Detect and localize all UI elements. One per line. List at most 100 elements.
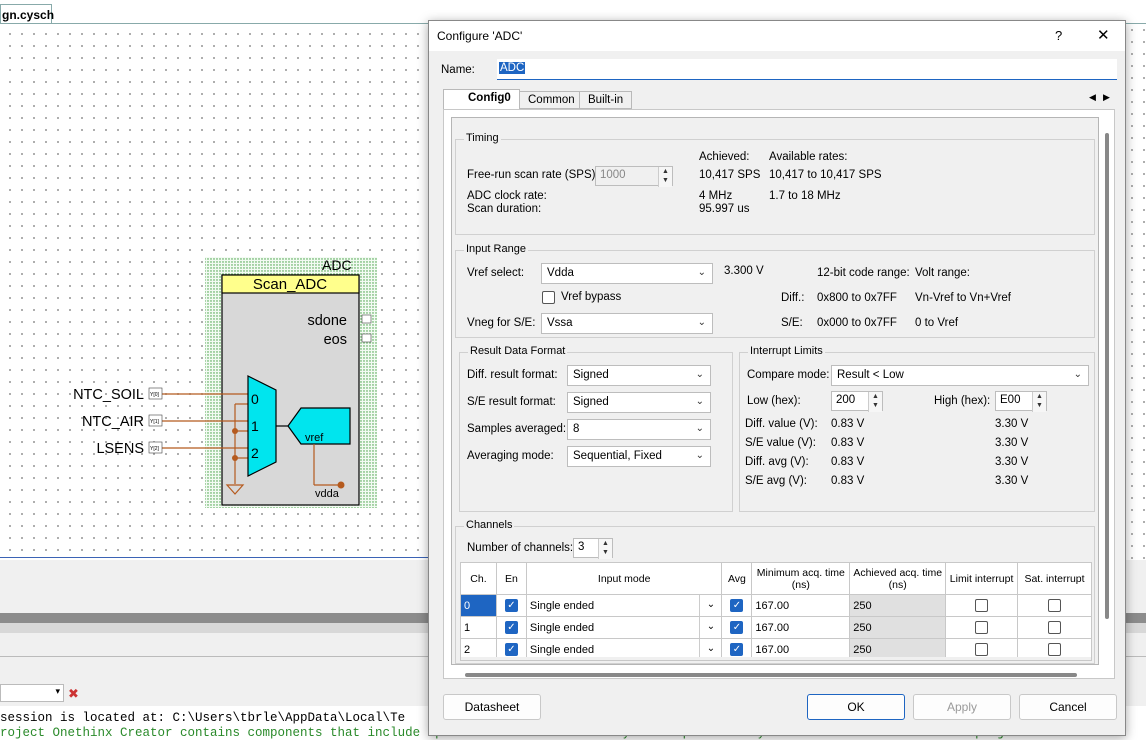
duration-achieved: 95.997 us: [699, 203, 750, 215]
diff-format-select[interactable]: Signed ⌄: [567, 365, 711, 386]
chevron-down-icon[interactable]: ⌄: [699, 595, 721, 616]
sat-interrupt-checkbox[interactable]: [1048, 621, 1062, 634]
cancel-button[interactable]: Cancel: [1019, 694, 1117, 720]
datasheet-button[interactable]: Datasheet: [443, 694, 541, 720]
tab-scroll-right-icon[interactable]: ▶: [1103, 92, 1110, 103]
low-hex-input[interactable]: 200 ▲ ▼: [831, 391, 883, 412]
sat-interrupt-checkbox[interactable]: [1048, 599, 1062, 612]
compare-mode-select[interactable]: Result < Low ⌄: [831, 365, 1089, 386]
table-clip: [461, 657, 1091, 660]
se-range-label: S/E:: [781, 317, 803, 329]
vref-select[interactable]: Vdda ⌄: [541, 263, 713, 284]
sat-interrupt-checkbox[interactable]: [1048, 643, 1062, 656]
clear-output-icon[interactable]: ✖: [68, 686, 79, 702]
vertical-scrollbar[interactable]: [1105, 133, 1109, 619]
check-icon[interactable]: ✓: [730, 621, 744, 634]
tab-built-in[interactable]: Built-in: [579, 91, 633, 109]
samples-select[interactable]: 8 ⌄: [567, 419, 711, 440]
component-body[interactable]: [221, 274, 360, 506]
limit-row-low: 0.83 V: [831, 475, 865, 487]
limit-interrupt-cell[interactable]: [945, 616, 1019, 639]
sdone-terminal[interactable]: [361, 314, 372, 324]
limit-row-high: 3.30 V: [995, 475, 1029, 487]
limit-row-low: 0.83 V: [831, 437, 865, 449]
canvas-boundary: [0, 557, 428, 558]
sat-interrupt-cell[interactable]: [1017, 594, 1092, 617]
se-format-select[interactable]: Signed ⌄: [567, 392, 711, 413]
tab-scroll-left-icon[interactable]: ◀: [1089, 92, 1096, 103]
limit-interrupt-cell[interactable]: [945, 594, 1019, 617]
high-hex-input[interactable]: E00 ▲ ▼: [995, 391, 1047, 412]
channel-count-spinner-icon[interactable]: ▲ ▼: [598, 539, 612, 559]
schematic-tab[interactable]: gn.cysch: [0, 4, 54, 24]
col-header-input-mode: Input mode: [525, 562, 723, 595]
table-row[interactable]: 1 ✓ Single ended ⌄ ✓ 167.00 250: [460, 616, 1092, 639]
apply-button[interactable]: Apply: [913, 694, 1011, 720]
diff-code-range: 0x800 to 0x7FF: [817, 292, 897, 304]
low-hex-spinner-icon[interactable]: ▲ ▼: [868, 392, 882, 412]
check-icon[interactable]: ✓: [504, 599, 518, 612]
output-filter-combo[interactable]: ▾: [0, 684, 64, 702]
interrupt-limits-title: Interrupt Limits: [748, 345, 825, 357]
dialog-titlebar: [429, 21, 1125, 51]
schematic-canvas[interactable]: ADC Scan_ADC sdone eos 0 1 2 vref vdda N…: [0, 24, 428, 560]
sat-interrupt-cell[interactable]: [1017, 616, 1092, 639]
chevron-down-icon[interactable]: ⌄: [699, 617, 721, 638]
min-acq-cell[interactable]: 167.00: [751, 594, 851, 617]
limit-interrupt-checkbox[interactable]: [975, 599, 989, 612]
scan-rate-spinner-icon[interactable]: ▲ ▼: [658, 167, 672, 187]
port-label-eos: eos: [324, 332, 347, 348]
vneg-select[interactable]: Vssa ⌄: [541, 313, 713, 334]
limit-row-label: S/E avg (V):: [745, 475, 807, 487]
channels-title: Channels: [464, 519, 515, 531]
clock-label: ADC clock rate:: [467, 190, 547, 202]
limit-interrupt-checkbox[interactable]: [975, 621, 989, 634]
high-hex-label: High (hex):: [934, 395, 991, 407]
avg-mode-select[interactable]: Sequential, Fixed ⌄: [567, 446, 711, 467]
limit-row-high: 3.30 V: [995, 418, 1029, 430]
enable-cell[interactable]: ✓: [495, 616, 527, 639]
chevron-down-icon: ⌄: [695, 396, 704, 407]
col-header-en: En: [495, 562, 527, 595]
limit-row-label: Diff. value (V):: [745, 418, 818, 430]
available-header: Available rates:: [769, 151, 848, 163]
ok-button[interactable]: OK: [807, 694, 905, 720]
eos-terminal[interactable]: [361, 333, 372, 343]
avg-cell[interactable]: ✓: [721, 616, 753, 639]
limit-interrupt-checkbox[interactable]: [975, 643, 989, 656]
col-header-limit-interrupt: Limit interrupt: [945, 562, 1019, 595]
chevron-down-icon: ⌄: [695, 423, 704, 434]
avg-cell[interactable]: ✓: [721, 594, 753, 617]
input-mode-cell[interactable]: Single ended ⌄: [525, 616, 723, 639]
net-port-tag-1: Y[1]: [150, 419, 160, 425]
enable-cell[interactable]: ✓: [495, 594, 527, 617]
channel-count-input[interactable]: 3 ▲ ▼: [573, 538, 613, 559]
check-icon[interactable]: ✓: [504, 643, 518, 656]
achieved-acq-cell: 250: [849, 616, 947, 639]
tab-config0[interactable]: Config0: [443, 89, 520, 110]
vref-bypass-checkbox[interactable]: [542, 291, 555, 304]
high-hex-spinner-icon[interactable]: ▲ ▼: [1032, 392, 1046, 412]
min-acq-cell[interactable]: 167.00: [751, 616, 851, 639]
vref-label: vref: [305, 432, 324, 444]
duration-label: Scan duration:: [467, 203, 542, 215]
help-button[interactable]: ?: [1055, 28, 1062, 43]
channel-table-scrollbar[interactable]: [465, 673, 1077, 677]
close-button[interactable]: ✕: [1097, 26, 1110, 44]
component-instance-name: ADC: [322, 257, 352, 273]
check-icon[interactable]: ✓: [730, 599, 744, 612]
tab-common[interactable]: Common: [519, 91, 584, 109]
port-label-sdone: sdone: [307, 313, 347, 329]
input-range-title: Input Range: [464, 243, 528, 255]
diff-volt-range: Vn-Vref to Vn+Vref: [915, 292, 1011, 304]
scan-rate-input[interactable]: 1000 ▲ ▼: [595, 166, 673, 187]
input-mode-cell[interactable]: Single ended ⌄: [525, 594, 723, 617]
vneg-label: Vneg for S/E:: [467, 317, 536, 329]
name-input[interactable]: ADC: [497, 59, 1117, 80]
diff-range-label: Diff.:: [781, 292, 805, 304]
limit-row-high: 3.30 V: [995, 456, 1029, 468]
se-format-label: S/E result format:: [467, 396, 556, 408]
check-icon[interactable]: ✓: [504, 621, 518, 634]
check-icon[interactable]: ✓: [730, 643, 744, 656]
table-row[interactable]: 0 ✓ Single ended ⌄ ✓ 167.00 250: [460, 594, 1092, 617]
